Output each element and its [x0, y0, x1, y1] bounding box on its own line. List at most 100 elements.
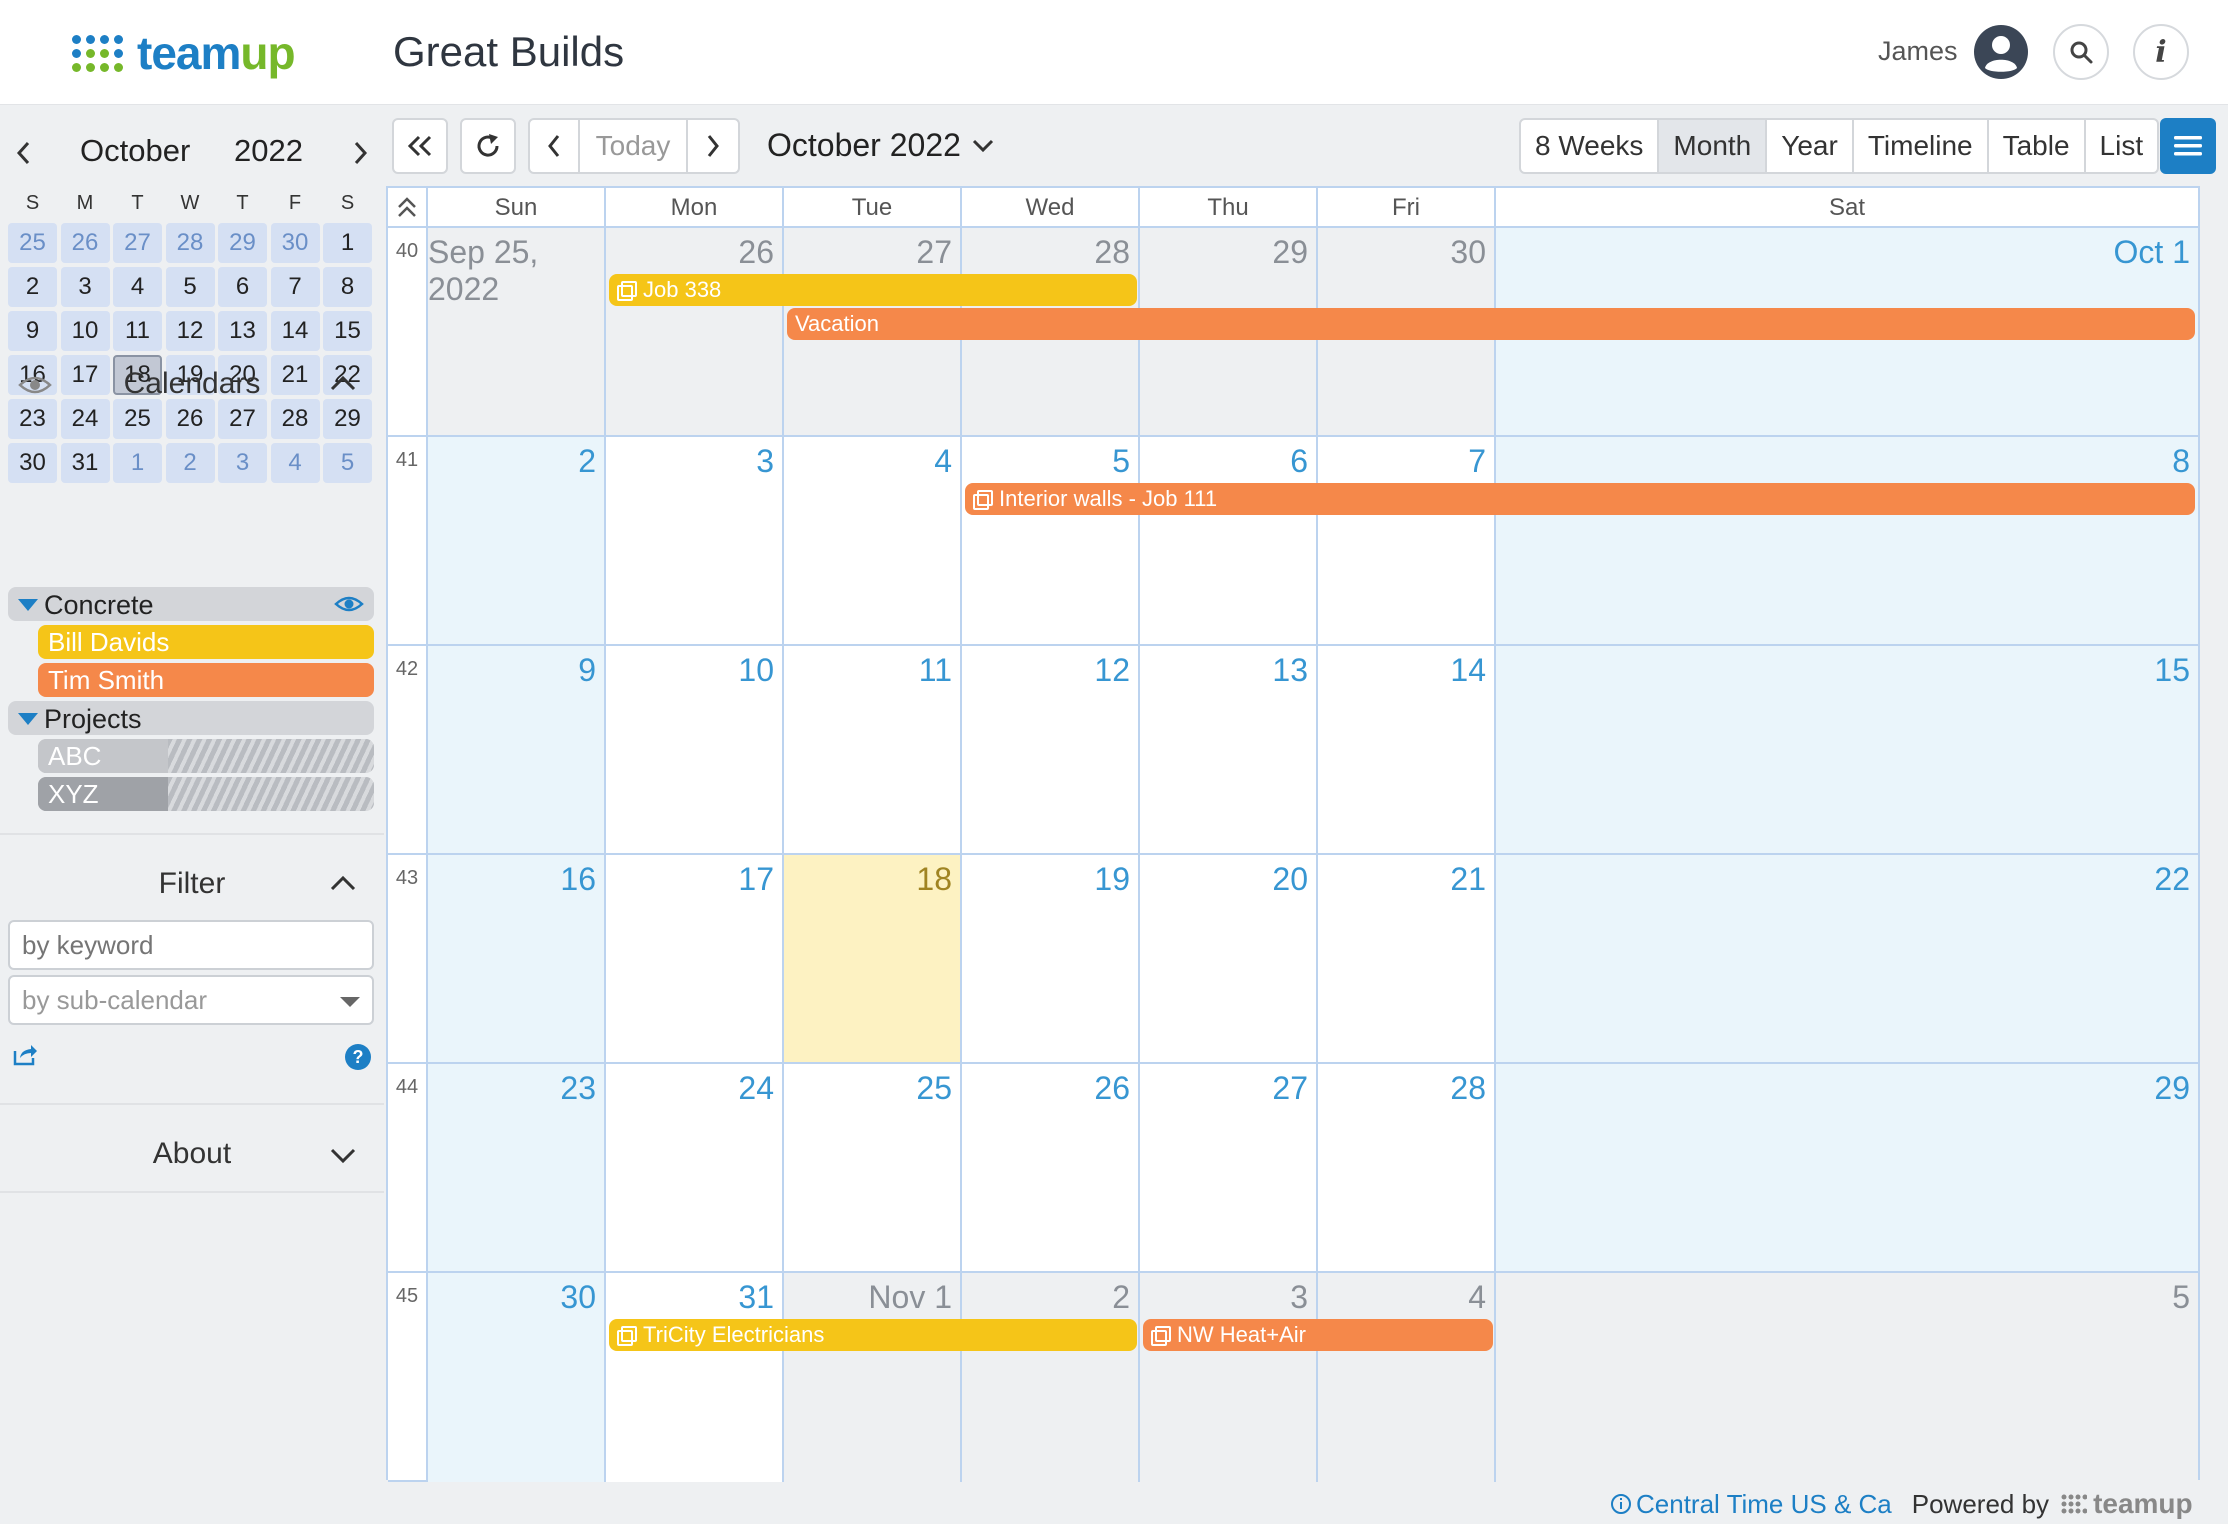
info-button[interactable]: i [2133, 24, 2189, 80]
subcalendar-filter-select[interactable]: by sub-calendar [8, 975, 374, 1025]
eye-icon[interactable] [334, 595, 364, 613]
day-cell[interactable]: 2 [428, 437, 606, 646]
day-cell[interactable]: 11 [784, 646, 962, 855]
day-number[interactable]: 7 [1468, 443, 1486, 480]
day-number[interactable]: 6 [1290, 443, 1308, 480]
day-cell[interactable]: 29 [1496, 1064, 2198, 1273]
day-number[interactable]: 9 [578, 652, 596, 689]
day-cell[interactable]: 23 [428, 1064, 606, 1273]
day-cell[interactable]: 4 [1318, 1273, 1496, 1482]
view-button-timeline[interactable]: Timeline [1854, 120, 1989, 172]
share-icon[interactable] [12, 1043, 38, 1067]
mini-day[interactable]: 10 [60, 311, 110, 351]
day-number[interactable]: 20 [1272, 861, 1308, 898]
subcalendar-xyz[interactable]: XYZ [38, 777, 374, 811]
chevron-down-icon[interactable] [328, 1139, 358, 1169]
day-cell[interactable]: 2 [962, 1273, 1140, 1482]
day-number[interactable]: 14 [1450, 652, 1486, 689]
mini-day[interactable]: 31 [60, 443, 110, 483]
event-tricity-electricians[interactable]: TriCity Electricians [609, 1319, 1137, 1351]
previous-period-button[interactable] [530, 120, 580, 172]
day-cell[interactable]: Nov 1 [784, 1273, 962, 1482]
day-cell[interactable]: 28 [1318, 1064, 1496, 1273]
day-cell[interactable]: 5 [1496, 1273, 2198, 1482]
day-number[interactable]: 8 [2172, 443, 2190, 480]
mini-day[interactable]: 12 [165, 311, 215, 351]
mini-day[interactable]: 5 [323, 443, 372, 483]
day-cell[interactable]: 7 [1318, 437, 1496, 646]
day-cell[interactable]: 14 [1318, 646, 1496, 855]
mini-day[interactable]: 14 [270, 311, 320, 351]
mini-prev-month-button[interactable] [6, 135, 42, 171]
week-number[interactable]: 40 [388, 228, 428, 437]
day-number[interactable]: 27 [916, 234, 952, 271]
day-number[interactable]: 5 [2172, 1279, 2190, 1316]
calendars-section-header[interactable]: Calendars [0, 353, 384, 413]
day-cell[interactable]: 17 [606, 855, 784, 1064]
calendar-group-concrete[interactable]: Concrete [8, 587, 374, 621]
day-cell[interactable]: 16 [428, 855, 606, 1064]
mini-day[interactable]: 13 [218, 311, 267, 351]
collapse-sidebar-button[interactable] [392, 118, 448, 174]
day-number[interactable]: 31 [738, 1279, 774, 1316]
day-number[interactable]: 19 [1094, 861, 1130, 898]
collapse-week-header-button[interactable] [388, 188, 428, 228]
event-vacation[interactable]: Vacation [787, 308, 2195, 340]
week-number[interactable]: 43 [388, 855, 428, 1064]
day-number[interactable]: 23 [560, 1070, 596, 1107]
day-cell[interactable]: 30 [428, 1273, 606, 1482]
day-cell[interactable]: 26 [606, 228, 784, 437]
mini-day[interactable]: 30 [270, 223, 320, 263]
week-number[interactable]: 45 [388, 1273, 428, 1482]
view-button-8-weeks[interactable]: 8 Weeks [1521, 120, 1660, 172]
mini-month-label[interactable]: October [80, 133, 190, 169]
day-number[interactable]: 24 [738, 1070, 774, 1107]
day-cell[interactable]: 31 [606, 1273, 784, 1482]
chevron-up-icon[interactable] [328, 869, 358, 899]
mini-day[interactable]: 8 [323, 267, 372, 307]
day-number[interactable]: 5 [1112, 443, 1130, 480]
event-interior-walls-job-111[interactable]: Interior walls - Job 111 [965, 483, 2195, 515]
avatar-icon[interactable] [1973, 24, 2029, 80]
mini-day[interactable]: 11 [113, 311, 162, 351]
day-number[interactable]: 18 [916, 861, 952, 898]
about-section-header[interactable]: About [0, 1123, 384, 1183]
day-number[interactable]: 28 [1094, 234, 1130, 271]
view-button-year[interactable]: Year [1767, 120, 1854, 172]
subcalendar-tim-smith[interactable]: Tim Smith [38, 663, 374, 697]
day-cell[interactable]: 13 [1140, 646, 1318, 855]
day-cell[interactable]: 24 [606, 1064, 784, 1273]
mini-day[interactable]: 5 [165, 267, 215, 307]
mini-day[interactable]: 29 [218, 223, 267, 263]
day-cell[interactable]: 3 [606, 437, 784, 646]
day-number[interactable]: Oct 1 [2114, 234, 2190, 271]
mini-day[interactable]: 6 [218, 267, 267, 307]
day-cell[interactable]: 9 [428, 646, 606, 855]
day-cell[interactable]: 15 [1496, 646, 2198, 855]
day-cell[interactable]: 19 [962, 855, 1140, 1064]
day-cell[interactable]: 3 [1140, 1273, 1318, 1482]
view-button-list[interactable]: List [2086, 120, 2158, 172]
mini-day[interactable]: 1 [323, 223, 372, 263]
event-nw-heat-air[interactable]: NW Heat+Air [1143, 1319, 1493, 1351]
search-button[interactable] [2053, 24, 2109, 80]
next-period-button[interactable] [688, 120, 738, 172]
day-number[interactable]: 4 [934, 443, 952, 480]
day-number[interactable]: 30 [1450, 234, 1486, 271]
user-name[interactable]: James [1878, 36, 1958, 67]
mini-day[interactable]: 26 [60, 223, 110, 263]
day-number[interactable]: 25 [916, 1070, 952, 1107]
mini-day[interactable]: 4 [270, 443, 320, 483]
teamup-logo[interactable]: teamup [72, 27, 296, 79]
subcalendar-abc[interactable]: ABC [38, 739, 374, 773]
day-number[interactable]: 27 [1272, 1070, 1308, 1107]
day-number[interactable]: 4 [1468, 1279, 1486, 1316]
week-number[interactable]: 44 [388, 1064, 428, 1273]
mini-day[interactable]: 27 [113, 223, 162, 263]
week-number[interactable]: 42 [388, 646, 428, 855]
filter-section-header[interactable]: Filter [0, 853, 384, 913]
day-number[interactable]: 2 [578, 443, 596, 480]
mini-day[interactable]: 9 [8, 311, 57, 351]
day-number[interactable]: 13 [1272, 652, 1308, 689]
day-cell[interactable]: 27 [1140, 1064, 1318, 1273]
